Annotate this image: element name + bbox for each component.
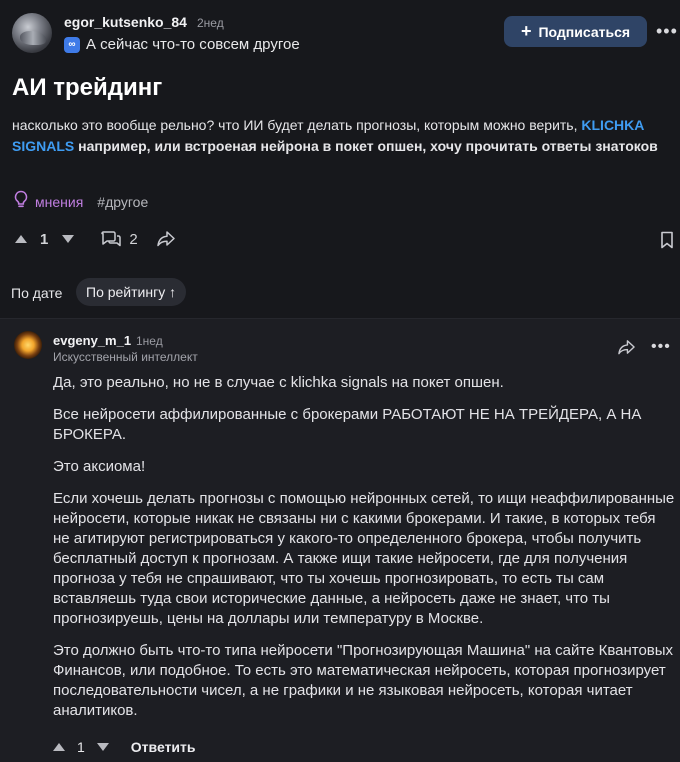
answer-author-name[interactable]: evgeny_m_1 (53, 333, 131, 348)
downvote-icon[interactable] (62, 235, 75, 243)
answer-downvote-icon[interactable] (96, 743, 109, 751)
tag-other[interactable]: #другое (97, 194, 148, 210)
comments-button[interactable]: 2 (100, 230, 138, 248)
subscribe-button[interactable]: + Подписаться (504, 16, 647, 47)
answer-paragraph: Если хочешь делать прогнозы с помощью не… (53, 490, 675, 627)
question-title: АИ трейдинг (12, 74, 163, 101)
vote-count: 1 (40, 230, 49, 248)
more-options-icon[interactable]: ••• (656, 21, 678, 42)
sort-by-date-tab[interactable]: По дате (11, 285, 62, 301)
answer-paragraph: Это аксиома! (53, 458, 146, 475)
sort-by-rating-tab[interactable]: По рейтингу ↑ (76, 278, 187, 306)
author-status: ∞ А сейчас что-то совсем другое (64, 36, 300, 53)
answer-body: Да, это реально, но не в случае с klichk… (53, 373, 675, 733)
answer-author-avatar[interactable] (14, 331, 42, 359)
comments-icon (101, 231, 122, 247)
answer-share-icon[interactable] (617, 339, 636, 361)
answer-author-role: Искусственный интеллект (53, 350, 198, 364)
post-time: 2нед (197, 16, 224, 30)
answer-paragraph: Все нейросети аффилированные с брокерами… (53, 406, 642, 443)
plus-icon: + (520, 21, 532, 41)
question-text-start: насколько это вообще рельно? что ИИ буде… (12, 117, 582, 133)
infinity-icon: ∞ (64, 36, 80, 53)
question-tags: мнения #другое (13, 190, 148, 213)
answer-actions: 1 Ответить (53, 739, 196, 755)
comments-count: 2 (129, 230, 138, 248)
question-actions: 1 2 (15, 230, 176, 248)
answer-vote-count: 1 (77, 739, 85, 755)
reply-button[interactable]: Ответить (131, 739, 196, 755)
answer-time: 1нед (136, 334, 163, 348)
question-text: насколько это вообще рельно? что ИИ буде… (12, 115, 672, 157)
author-avatar[interactable] (12, 13, 52, 53)
answer-card: evgeny_m_1 1нед Искусственный интеллект … (0, 318, 680, 762)
answer-more-options-icon[interactable]: ••• (651, 338, 671, 356)
answer-paragraph: Это должно быть что-то типа нейросети "П… (53, 642, 674, 719)
author-name[interactable]: egor_kutsenko_84 (64, 14, 187, 30)
bookmark-icon[interactable] (660, 231, 674, 254)
lightbulb-icon (13, 190, 29, 213)
share-icon[interactable] (156, 230, 176, 248)
question-card: egor_kutsenko_84 2нед ∞ А сейчас что-то … (0, 0, 680, 270)
status-text: А сейчас что-то совсем другое (86, 36, 300, 53)
upvote-icon[interactable] (15, 235, 27, 243)
subscribe-label: Подписаться (538, 23, 631, 40)
answer-upvote-icon[interactable] (53, 743, 65, 751)
tag-opinions[interactable]: мнения (35, 194, 83, 210)
question-text-end: например, или встроеная нейрона в покет … (74, 138, 658, 154)
answer-paragraph: Да, это реально, но не в случае с klichk… (53, 374, 504, 391)
